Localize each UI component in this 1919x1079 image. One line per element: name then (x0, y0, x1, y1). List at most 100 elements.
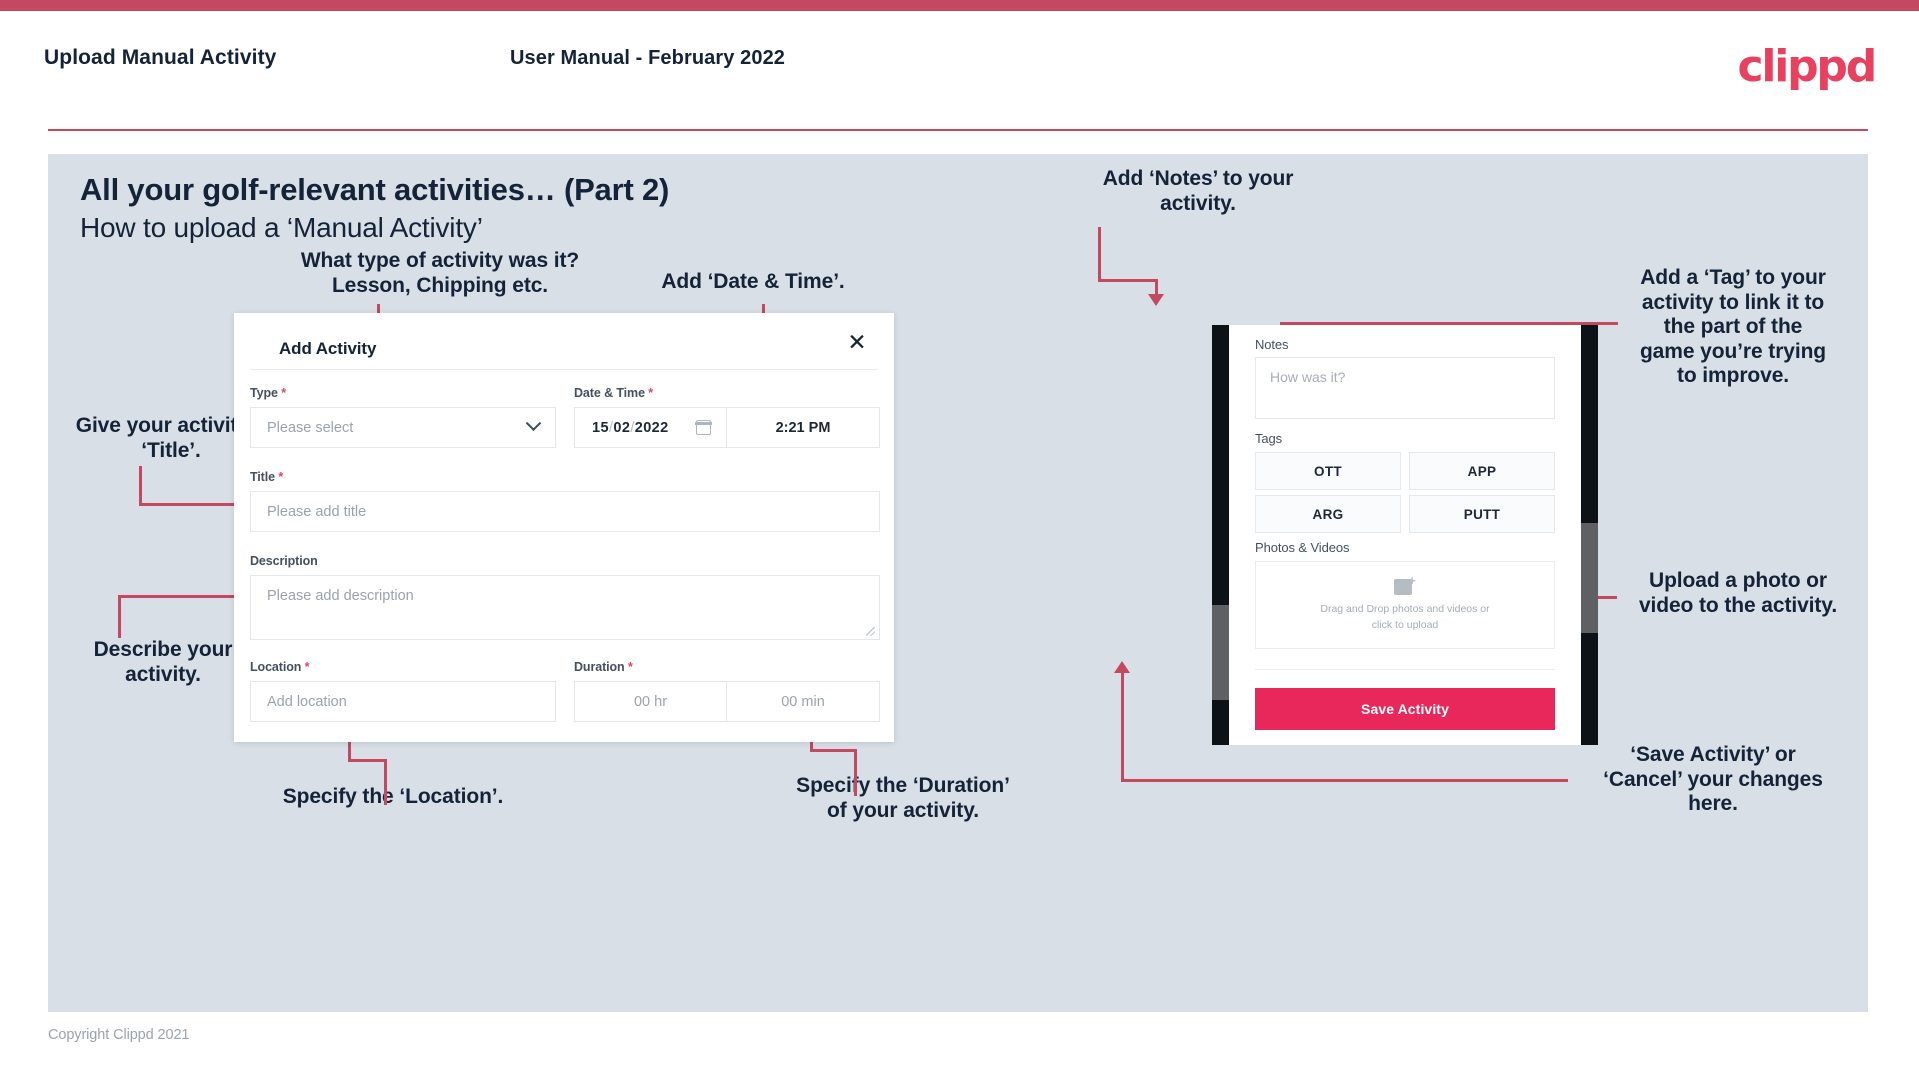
datetime-controls: 15/02/2022 2:21 PM (574, 407, 880, 448)
clippd-logo: clippd (1737, 41, 1877, 92)
phone-mockup: Notes How was it? Tags OTT APP ARG PUTT … (1212, 325, 1598, 745)
field-duration: Duration * 00 hr 00 min (574, 660, 880, 722)
field-title: Title * Please add title (250, 470, 880, 532)
connector-notes-v (1098, 227, 1101, 282)
connector-loc-v (384, 762, 387, 805)
duration-hours-value: 00 hr (633, 693, 668, 710)
notes-label: Notes (1255, 337, 1289, 352)
dropzone-line-2: click to upload (1371, 619, 1439, 631)
phone-divider (1255, 669, 1555, 670)
annotation-save: ‘Save Activity’ or ‘Cancel’ your changes… (1603, 743, 1823, 816)
date-input[interactable]: 15/02/2022 (574, 407, 727, 448)
connector-desc-h (118, 595, 239, 598)
tag-ott[interactable]: OTT (1255, 452, 1401, 490)
title-required-mark: * (278, 470, 284, 484)
location-input[interactable]: Add location (250, 681, 556, 722)
connector-notes-arrow (1148, 294, 1164, 306)
type-required-mark: * (281, 386, 286, 400)
title-placeholder: Please add title (267, 503, 367, 520)
location-label-text: Location (250, 660, 302, 674)
phone-volume-buttons (1212, 605, 1229, 700)
duration-label-text: Duration (574, 660, 625, 674)
page-title: Upload Manual Activity (44, 46, 277, 69)
notes-input[interactable]: How was it? (1255, 357, 1555, 419)
connector-loc-h (348, 759, 387, 762)
title-input[interactable]: Please add title (250, 491, 880, 532)
save-activity-button[interactable]: Save Activity (1255, 688, 1555, 730)
duration-hours-input[interactable]: 00 hr (574, 681, 727, 722)
dialog-title: Add Activity (279, 339, 377, 358)
duration-minutes-value: 00 min (781, 693, 825, 710)
duration-controls: 00 hr 00 min (574, 681, 880, 722)
photos-label: Photos & Videos (1255, 540, 1350, 555)
connector-dur-v (854, 752, 857, 796)
slide-subtitle: How to upload a ‘Manual Activity’ (80, 212, 483, 243)
location-label: Location * (250, 660, 556, 674)
date-month: 02 (613, 419, 631, 436)
photo-dropzone[interactable]: + Drag and Drop photos and videos or cli… (1255, 561, 1555, 649)
time-value: 2:21 PM (775, 419, 831, 436)
field-type: Type * Please select (250, 386, 556, 448)
connector-save-v (1121, 672, 1124, 782)
type-label-text: Type (250, 386, 278, 400)
date-value: 15/02/2022 (575, 420, 669, 436)
field-location: Location * Add location (250, 660, 556, 722)
datetime-label-text: Date & Time (574, 386, 645, 400)
dropzone-text: Drag and Drop photos and videos or click… (1320, 602, 1489, 634)
top-accent-bar (0, 0, 1919, 11)
add-activity-dialog: Add Activity ✕ Type * Please select Date… (234, 313, 894, 742)
duration-minutes-input[interactable]: 00 min (727, 681, 880, 722)
connector-dur-h (810, 749, 857, 752)
dialog-divider (250, 369, 878, 370)
annotation-type: What type of activity was it? Lesson, Ch… (300, 249, 580, 297)
duration-label: Duration * (574, 660, 880, 674)
time-input[interactable]: 2:21 PM (727, 407, 880, 448)
tag-putt[interactable]: PUTT (1409, 495, 1555, 533)
description-placeholder: Please add description (267, 588, 414, 604)
copyright-text: Copyright Clippd 2021 (48, 1027, 190, 1043)
connector-notes-h (1098, 279, 1158, 282)
connector-desc-v (118, 595, 121, 638)
connector-save-h (1121, 779, 1568, 782)
slide-title: All your golf-relevant activities… (Part… (80, 172, 670, 207)
chevron-down-icon (525, 415, 542, 432)
tag-app[interactable]: APP (1409, 452, 1555, 490)
datetime-required-mark: * (648, 386, 654, 400)
header-divider (48, 129, 1868, 131)
duration-required-mark: * (627, 660, 633, 674)
notes-placeholder: How was it? (1270, 369, 1346, 385)
location-placeholder: Add location (267, 693, 347, 710)
page-header: Upload Manual Activity User Manual - Feb… (0, 11, 1919, 131)
type-select[interactable]: Please select (250, 407, 556, 448)
add-image-icon: + (1394, 574, 1416, 596)
date-day: 15 (592, 419, 609, 436)
annotation-notes: Add ‘Notes’ to your activity. (1102, 167, 1294, 215)
connector-title-v (139, 466, 142, 506)
connector-title-h (139, 503, 249, 506)
field-datetime: Date & Time * 15/02/2022 2:21 PM (574, 386, 880, 448)
cancel-button[interactable]: Cancel (1255, 742, 1555, 745)
annotation-tags: Add a ‘Tag’ to your activity to link it … (1639, 266, 1827, 388)
dropzone-line-1: Drag and Drop photos and videos or (1320, 603, 1490, 616)
connector-save-arrow (1114, 661, 1130, 673)
field-description: Description Please add description (250, 554, 880, 640)
datetime-label: Date & Time * (574, 386, 880, 400)
date-year: 2022 (634, 419, 669, 436)
annotation-duration: Specify the ‘Duration’ of your activity. (796, 774, 1010, 822)
type-label: Type * (250, 386, 556, 400)
description-textarea[interactable]: Please add description (250, 575, 880, 640)
phone-screen: Notes How was it? Tags OTT APP ARG PUTT … (1229, 325, 1581, 745)
phone-power-button (1581, 523, 1598, 633)
type-placeholder: Please select (267, 419, 354, 436)
document-subtitle: User Manual - February 2022 (510, 47, 786, 69)
tag-arg[interactable]: ARG (1255, 495, 1401, 533)
description-label: Description (250, 554, 318, 568)
tags-label: Tags (1255, 431, 1283, 446)
title-label-text: Title (250, 470, 275, 484)
title-label: Title * (250, 470, 880, 484)
calendar-icon[interactable] (695, 420, 712, 435)
close-icon[interactable]: ✕ (840, 326, 874, 360)
location-required-mark: * (304, 660, 310, 674)
annotation-datetime: Add ‘Date & Time’. (661, 270, 845, 293)
annotation-photos: Upload a photo or video to the activity. (1638, 569, 1838, 617)
